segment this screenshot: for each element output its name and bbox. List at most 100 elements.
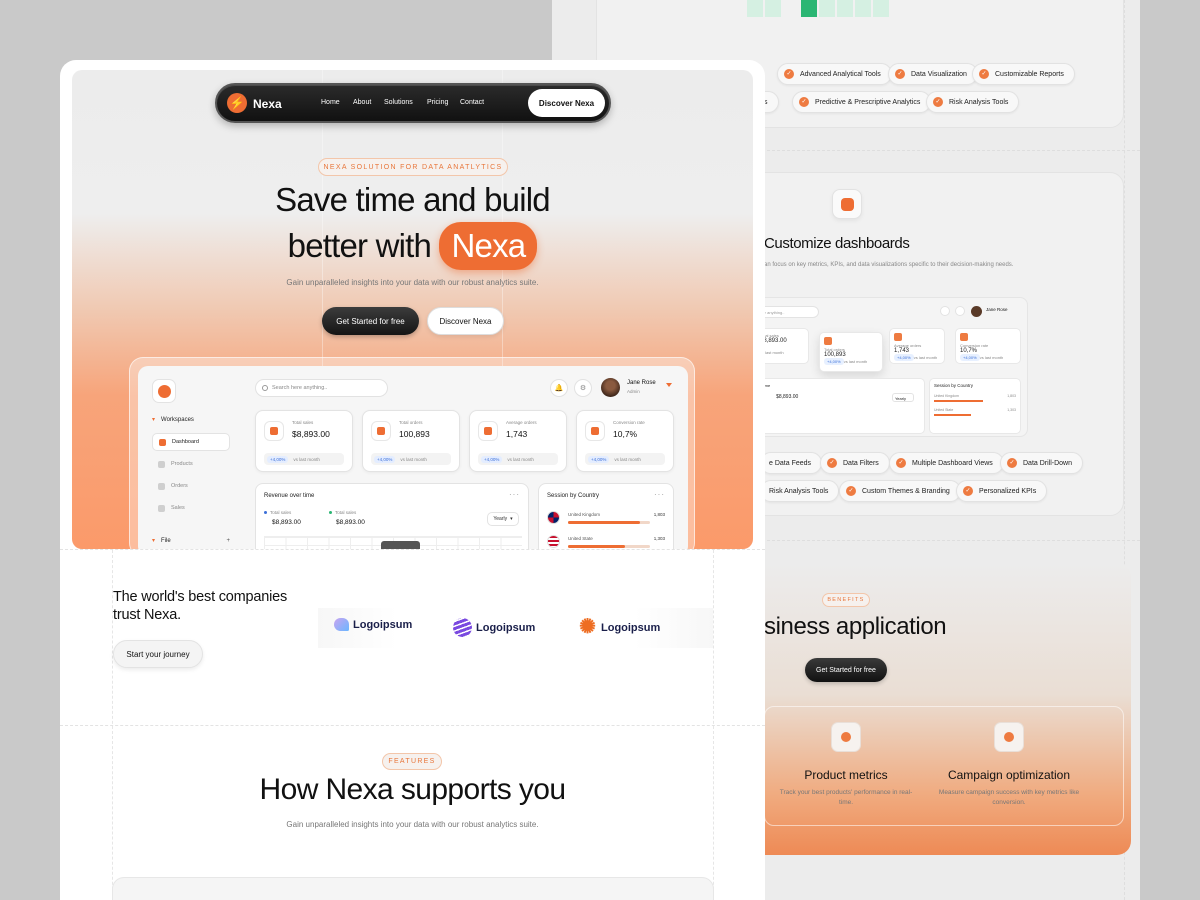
- sidebar-file[interactable]: ▾ File +: [152, 537, 230, 545]
- chip-customizable-reports[interactable]: ✓ Customizable Reports: [972, 63, 1075, 85]
- plus-icon[interactable]: +: [226, 538, 230, 544]
- start-journey-button[interactable]: Start your journey: [113, 640, 203, 668]
- mini-stat-card: Conversion rate 10,7% +4,00% vs last month: [955, 328, 1021, 364]
- chip-risk-analysis-tools[interactable]: ✓ Risk Analysis Tools: [926, 91, 1020, 113]
- mini-user-name: Jane Rose: [986, 307, 1008, 312]
- nav-contact[interactable]: Contact: [460, 99, 484, 106]
- chip-predictive-prescriptive[interactable]: ✓ Predictive & Prescriptive Analytics: [792, 91, 932, 113]
- benefit-title-campaign: Campaign optimization: [947, 768, 1071, 782]
- stat-icon: [478, 421, 498, 441]
- chip-advanced-analytical-tools[interactable]: ✓ Advanced Analytical Tools: [777, 63, 892, 85]
- user-role: Admin: [627, 389, 640, 394]
- check-icon: ✓: [896, 458, 906, 468]
- hero-subtitle: Gain unparalleled insights into your dat…: [286, 278, 539, 287]
- benefits-grid: [764, 706, 1124, 826]
- nav-home[interactable]: Home: [321, 99, 340, 106]
- stat-icon: [824, 337, 832, 345]
- bell-icon[interactable]: 🔔: [550, 379, 568, 397]
- us-flag-icon: [547, 535, 560, 548]
- products-icon: [158, 460, 165, 468]
- chip-risk-analysis[interactable]: Risk Analysis Tools: [760, 480, 840, 502]
- get-started-button[interactable]: Get Started for free: [322, 307, 419, 335]
- chevron-down-icon[interactable]: [666, 383, 672, 387]
- features-label: FEATURES: [382, 753, 442, 770]
- sales-icon: [158, 504, 165, 512]
- chip-data-visualization[interactable]: ✓ Data Visualization: [888, 63, 978, 85]
- mini-stat-card: Total orders 100,893 +4,00% vs last month: [819, 332, 883, 372]
- sidebar-item-products[interactable]: Products: [152, 455, 230, 473]
- nav-solutions[interactable]: Solutions: [384, 99, 413, 106]
- check-icon: ✓: [827, 458, 837, 468]
- sidebar-item-sales[interactable]: Sales: [152, 499, 230, 517]
- nav-pricing[interactable]: Pricing: [427, 99, 448, 106]
- chip-personalized-kpis[interactable]: ✓ Personalized KPIs: [956, 480, 1048, 502]
- features-subtitle: Gain unparalleled insights into your dat…: [286, 820, 539, 829]
- series-label: Total sales: [329, 510, 356, 515]
- chip-data-drill-down[interactable]: ✓ Data Drill-Down: [1000, 452, 1084, 474]
- discover-nexa-nav-button[interactable]: Discover Nexa: [528, 89, 605, 117]
- feature-card: [112, 877, 714, 900]
- avatar: [971, 306, 982, 317]
- check-icon: ✓: [784, 69, 794, 79]
- stat-icon: [894, 333, 902, 341]
- check-icon: ✓: [895, 69, 905, 79]
- stat-card-total-sales: Total sales $8,893.00 +4,00% vs last month: [255, 410, 353, 472]
- series-label: Total sales: [264, 510, 291, 515]
- sidebar-workspaces[interactable]: ▾ Workspaces: [152, 416, 194, 424]
- discover-nexa-button[interactable]: Discover Nexa: [427, 307, 504, 335]
- mini-revenue-panel: er time 00 $8,893.00 Yearly: [753, 378, 925, 434]
- more-icon[interactable]: ···: [654, 490, 665, 499]
- target-icon: [831, 722, 861, 752]
- session-panel: Session by Country ··· United Kingdom 1,…: [538, 483, 674, 549]
- gear-icon[interactable]: ⚙: [574, 379, 592, 397]
- sidebar-item-dashboard[interactable]: Dashboard: [152, 433, 230, 451]
- country-bar: [568, 521, 650, 524]
- more-icon[interactable]: ···: [509, 490, 520, 499]
- mini-stat-card: Average orders 1,743 +4,00% vs last month: [889, 328, 945, 364]
- chip-custom-themes[interactable]: ✓ Custom Themes & Branding: [839, 480, 961, 502]
- benefit-title-product-metrics: Product metrics: [804, 768, 888, 782]
- chevron-down-icon: ▾: [152, 538, 156, 544]
- benefits-title: siness application: [764, 613, 947, 640]
- session-title: Session by Country: [547, 493, 600, 499]
- bolt-logo-icon[interactable]: ⚡: [227, 93, 247, 113]
- avatar[interactable]: [601, 378, 620, 397]
- search-icon: [262, 385, 268, 391]
- company-logo: Logoipsum: [334, 618, 412, 631]
- mini-session-panel: Session by Country United Kingdom 1,803 U…: [929, 378, 1021, 434]
- chart-tooltip: [381, 541, 420, 549]
- nav-about[interactable]: About: [353, 99, 371, 106]
- chip-data-filters[interactable]: ✓ Data Filters: [820, 452, 890, 474]
- series-value: $8,893.00: [336, 519, 365, 526]
- benefits-label: BENEFITS: [822, 593, 870, 607]
- bolt-logo-icon[interactable]: [152, 379, 176, 403]
- stat-icon: [264, 421, 284, 441]
- country-value: 1,803: [653, 512, 665, 517]
- gear-icon[interactable]: [955, 306, 965, 316]
- logoipsum-mark-icon: [453, 618, 472, 637]
- hero-title-line1: Save time and build: [275, 181, 550, 218]
- company-logo: Logoipsum: [453, 618, 535, 637]
- country-name: United Kingdom: [568, 512, 601, 517]
- chip-data-feeds[interactable]: e Data Feeds: [760, 452, 823, 474]
- country-bar: [568, 545, 650, 548]
- revenue-title: Revenue over time: [264, 493, 315, 499]
- hero-title-line2: better with Nexa: [72, 222, 753, 270]
- period-select[interactable]: Yearly ▾: [487, 512, 519, 526]
- check-icon: ✓: [979, 69, 989, 79]
- get-started-button[interactable]: Get Started for free: [805, 658, 887, 682]
- mini-yearly-select[interactable]: Yearly: [892, 393, 914, 402]
- bell-icon[interactable]: [940, 306, 950, 316]
- company-logo: ✺ Logoipsum: [579, 616, 661, 638]
- stat-card-average-orders: Average orders 1,743 +4,00% vs last month: [469, 410, 567, 472]
- benefit-text-product-metrics: Track your best products' performance in…: [779, 789, 913, 806]
- sidebar-item-orders[interactable]: Orders: [152, 477, 230, 495]
- search-input[interactable]: Search here anything..: [255, 379, 388, 397]
- features-title: How Nexa supports you: [259, 773, 566, 806]
- trust-heading: The world's best companies trust Nexa.: [113, 589, 288, 623]
- mini-dashboard-preview: here anything.. Jane Rose Total sales $8,…: [742, 297, 1028, 437]
- chip-multiple-dashboard-views[interactable]: ✓ Multiple Dashboard Views: [889, 452, 1004, 474]
- brand-name[interactable]: Nexa: [253, 97, 282, 111]
- country-value: 1,303: [653, 536, 665, 541]
- check-icon: ✓: [933, 97, 943, 107]
